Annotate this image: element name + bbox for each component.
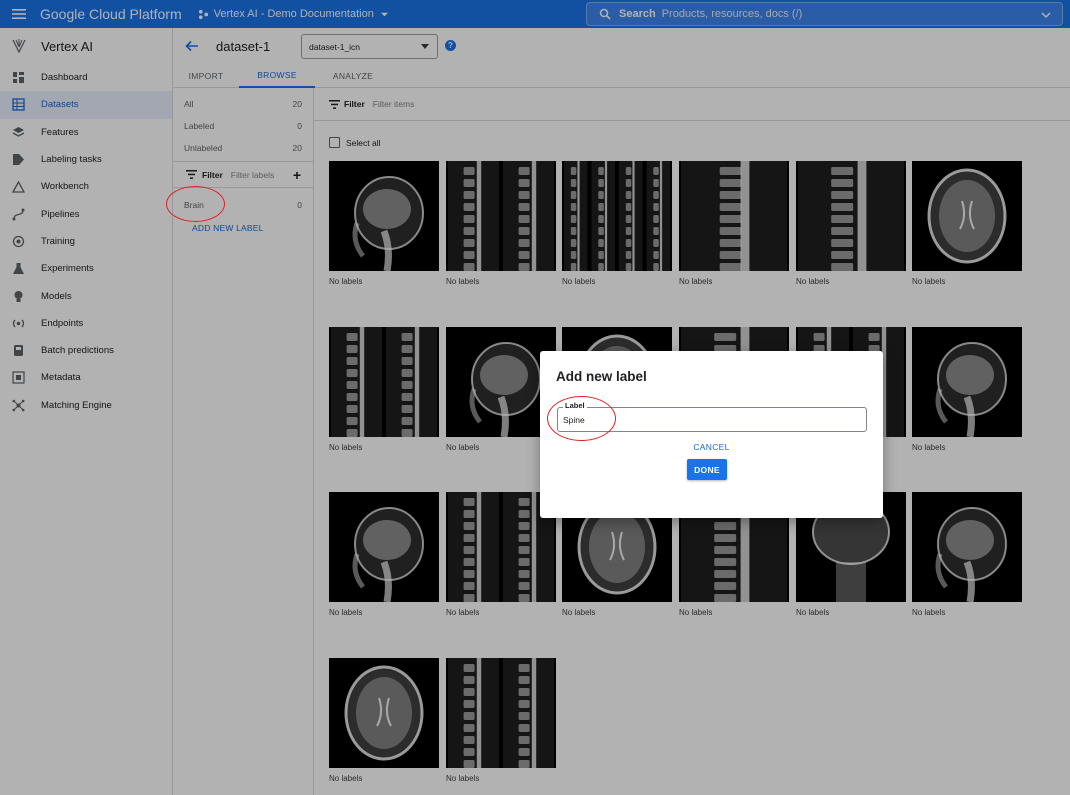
annotation-ellipse-label-field [547, 396, 616, 441]
dialog-title: Add new label [556, 369, 647, 384]
modal-overlay [0, 0, 1070, 795]
cancel-button[interactable]: CANCEL [540, 442, 883, 452]
annotation-ellipse-brain [166, 186, 225, 222]
done-button[interactable]: DONE [687, 459, 727, 480]
